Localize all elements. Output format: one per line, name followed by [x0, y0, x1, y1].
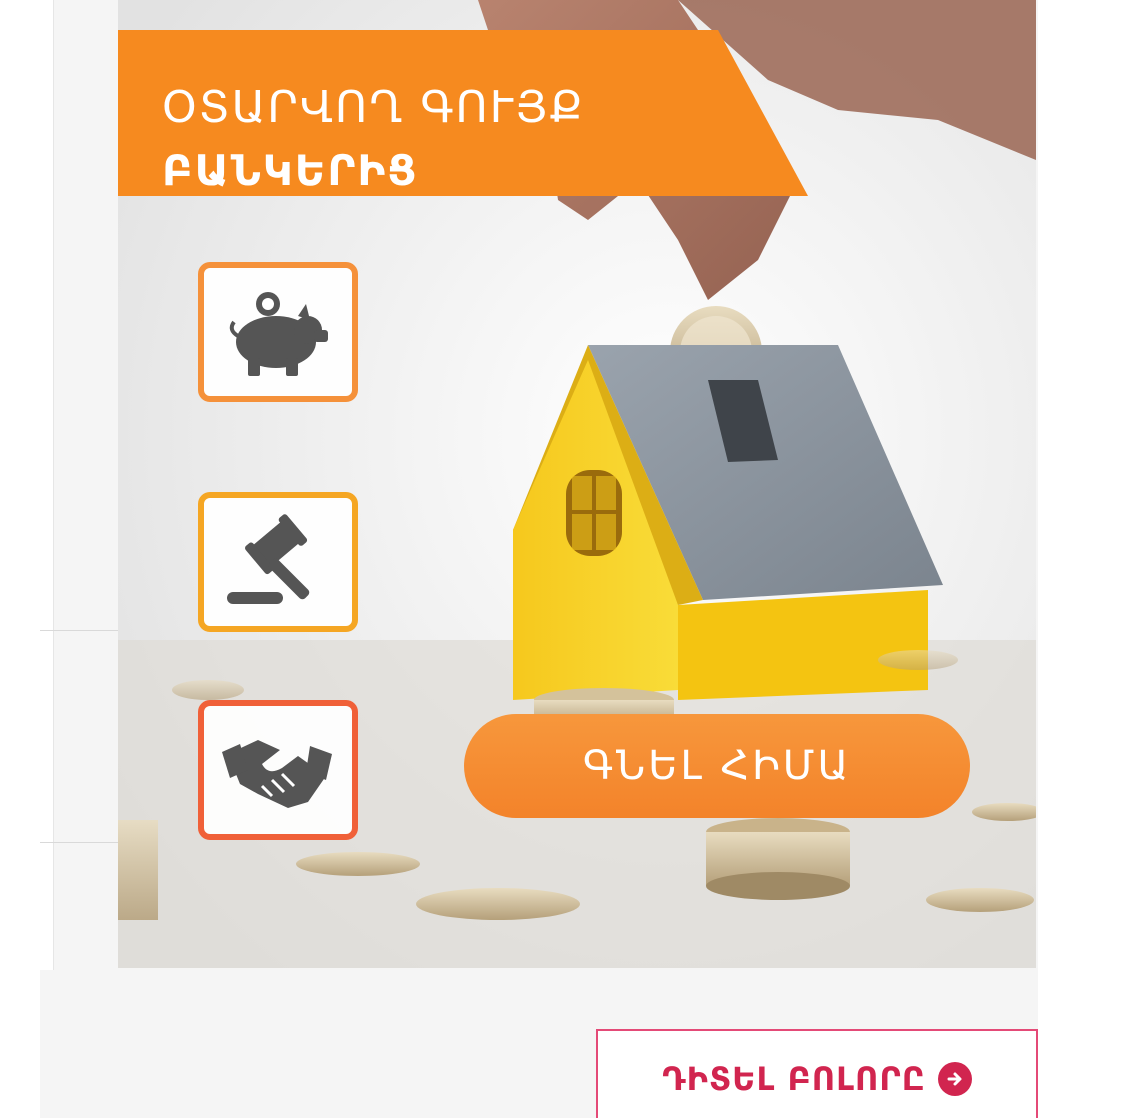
page: ՕՏԱՐՎՈՂ ԳՈՒՅՔ ԲԱՆԿԵՐԻՑ ԳՆԵԼ ՀԻՄԱ ԴԻՏԵԼ Բ…: [0, 0, 1134, 1118]
headline-title: ՕՏԱՐՎՈՂ ԳՈՒՅՔ: [162, 82, 585, 133]
headline-ribbon: ՕՏԱՐՎՈՂ ԳՈՒՅՔ ԲԱՆԿԵՐԻՑ: [118, 30, 808, 196]
right-margin: [1038, 0, 1134, 1118]
feature-savings: [198, 262, 358, 402]
side-panel-edge: [40, 0, 54, 970]
piggy-bank-icon: [229, 292, 328, 376]
handshake-icon: [222, 740, 332, 808]
side-divider: [40, 842, 118, 843]
left-margin: [0, 0, 40, 1118]
side-divider: [40, 630, 118, 631]
promo-banner[interactable]: ՕՏԱՐՎՈՂ ԳՈՒՅՔ ԲԱՆԿԵՐԻՑ ԳՆԵԼ ՀԻՄԱ: [118, 0, 1036, 968]
buy-now-button[interactable]: ԳՆԵԼ ՀԻՄԱ: [464, 714, 970, 818]
feature-deal: [198, 700, 358, 840]
see-all-button[interactable]: ԴԻՏԵԼ ԲՈԼՈՐԸ: [596, 1029, 1038, 1118]
headline-subtitle: ԲԱՆԿԵՐԻՑ: [162, 146, 419, 195]
arrow-circle-right-icon: [937, 1062, 972, 1096]
gavel-icon: [227, 514, 310, 604]
see-all-label: ԴԻՏԵԼ ԲՈԼՈՐԸ: [662, 1060, 926, 1098]
feature-auction: [198, 492, 358, 632]
